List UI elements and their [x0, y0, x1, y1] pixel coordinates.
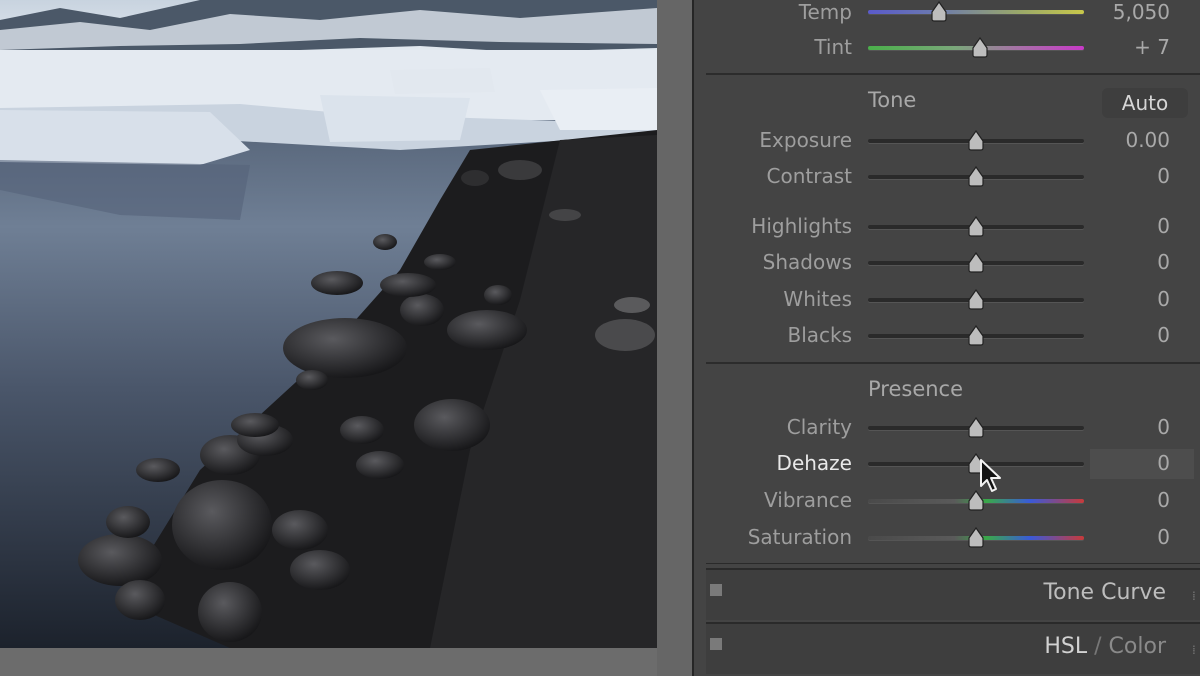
vibrance-slider[interactable] — [868, 490, 1084, 511]
contrast-value[interactable]: 0 — [1090, 164, 1170, 188]
presence-section-title: Presence — [868, 377, 964, 401]
temp-value[interactable]: 5,050 — [1090, 0, 1170, 24]
hsl-color-title: HSL / Color — [1044, 634, 1166, 659]
tone-curve-title: Tone Curve — [1043, 580, 1166, 605]
color-tab[interactable]: Color — [1109, 634, 1166, 659]
viewer-divider — [657, 0, 692, 676]
tint-label: Tint — [814, 35, 852, 59]
tint-value[interactable]: + 7 — [1090, 35, 1170, 59]
blacks-value[interactable]: 0 — [1090, 323, 1170, 347]
slider-thumb-icon — [968, 252, 984, 273]
tone-curve-panel-header[interactable]: Tone Curve ⁞ — [706, 568, 1200, 620]
shadows-slider[interactable] — [868, 252, 1084, 273]
slider-thumb-icon — [972, 37, 988, 58]
slider-thumb-icon — [968, 527, 984, 548]
hsl-separator: / — [1087, 634, 1109, 659]
exposure-slider[interactable] — [868, 130, 1084, 151]
shadows-value[interactable]: 0 — [1090, 250, 1170, 274]
hsl-color-panel-header[interactable]: HSL / Color ⁞ — [706, 622, 1200, 674]
photo-preview[interactable] — [0, 0, 657, 648]
landscape-photo — [0, 0, 657, 648]
slider-thumb-icon — [968, 166, 984, 187]
vibrance-label: Vibrance — [764, 488, 852, 512]
clarity-value[interactable]: 0 — [1090, 415, 1170, 439]
saturation-value[interactable]: 0 — [1090, 525, 1170, 549]
whites-slider[interactable] — [868, 289, 1084, 310]
temp-slider[interactable] — [868, 1, 1084, 22]
panel-toggle-icon[interactable] — [710, 638, 722, 650]
develop-panel: Temp 5,050 Tint + 7 Tone Auto Exposure 0.… — [692, 0, 1200, 676]
panel-bottom-border — [706, 563, 1200, 564]
shadows-label: Shadows — [762, 250, 852, 274]
blacks-slider[interactable] — [868, 325, 1084, 346]
saturation-label: Saturation — [747, 525, 852, 549]
hsl-tab[interactable]: HSL — [1044, 634, 1087, 659]
dehaze-slider[interactable] — [868, 453, 1084, 474]
slider-thumb-icon — [968, 289, 984, 310]
auto-tone-label: Auto — [1121, 91, 1169, 115]
highlights-label: Highlights — [751, 214, 852, 238]
whites-value[interactable]: 0 — [1090, 287, 1170, 311]
slider-thumb-icon — [968, 130, 984, 151]
slider-thumb-icon — [968, 325, 984, 346]
exposure-label: Exposure — [759, 128, 852, 152]
dehaze-label: Dehaze — [776, 451, 852, 475]
slider-thumb-icon — [968, 417, 984, 438]
auto-tone-button[interactable]: Auto — [1102, 88, 1188, 118]
tint-slider[interactable] — [868, 37, 1084, 58]
clarity-slider[interactable] — [868, 417, 1084, 438]
panel-grip-icon: ⁞ — [1192, 643, 1196, 657]
panel-toggle-icon[interactable] — [710, 584, 722, 596]
saturation-slider[interactable] — [868, 527, 1084, 548]
contrast-slider[interactable] — [868, 166, 1084, 187]
contrast-label: Contrast — [766, 164, 852, 188]
blacks-label: Blacks — [787, 323, 852, 347]
whites-label: Whites — [783, 287, 852, 311]
mouse-pointer-icon — [979, 458, 1003, 494]
vibrance-value[interactable]: 0 — [1090, 488, 1170, 512]
panel-grip-icon: ⁞ — [1192, 589, 1196, 603]
slider-thumb-icon — [931, 1, 947, 22]
highlights-value[interactable]: 0 — [1090, 214, 1170, 238]
clarity-label: Clarity — [786, 415, 852, 439]
temp-label: Temp — [798, 0, 852, 24]
section-divider — [706, 362, 1200, 364]
highlights-slider[interactable] — [868, 216, 1084, 237]
dehaze-value[interactable]: 0 — [1090, 451, 1170, 475]
photo-viewer — [0, 0, 692, 676]
section-divider — [706, 73, 1200, 75]
slider-thumb-icon — [968, 216, 984, 237]
tone-section-title: Tone — [868, 88, 917, 112]
exposure-value[interactable]: 0.00 — [1090, 128, 1170, 152]
